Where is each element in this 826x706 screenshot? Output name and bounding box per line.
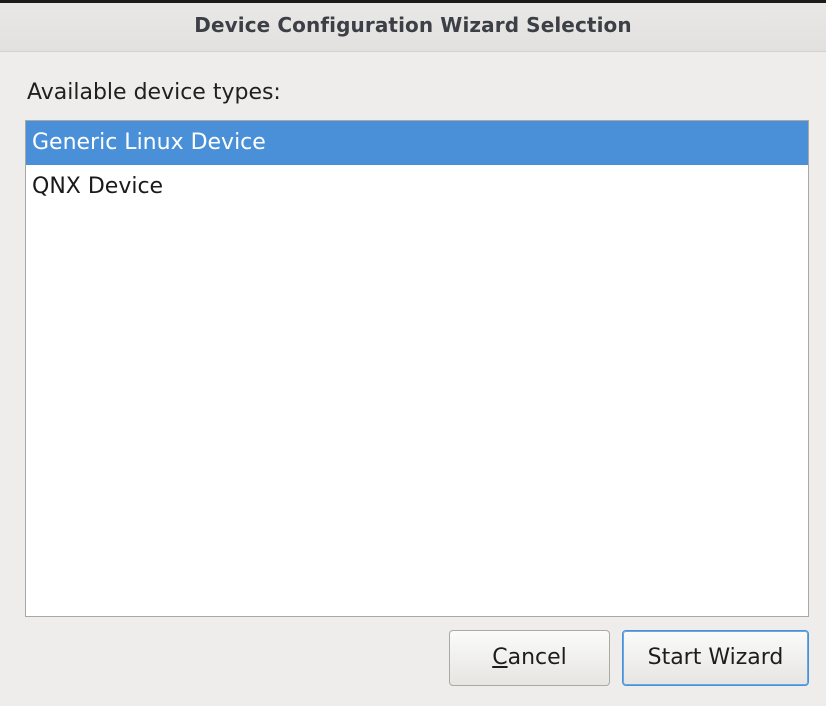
cancel-button[interactable]: Cancel [449, 630, 610, 686]
window-titlebar[interactable]: Device Configuration Wizard Selection [0, 0, 826, 52]
cancel-mnemonic: C [492, 645, 508, 670]
cancel-label-rest: ancel [507, 645, 567, 670]
list-item-qnx-device[interactable]: QNX Device [26, 165, 808, 209]
device-types-list[interactable]: Generic Linux Device QNX Device [25, 120, 809, 617]
list-item-generic-linux-device[interactable]: Generic Linux Device [26, 121, 808, 165]
start-wizard-button[interactable]: Start Wizard [622, 630, 809, 686]
window-title: Device Configuration Wizard Selection [194, 13, 632, 37]
device-wizard-dialog: Device Configuration Wizard Selection Av… [0, 0, 826, 706]
device-types-label: Available device types: [27, 80, 281, 105]
